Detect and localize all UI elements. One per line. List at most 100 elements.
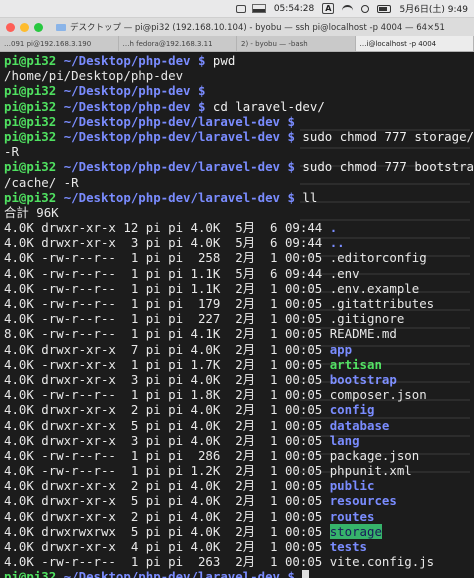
command-text: /cache/ -R <box>4 174 79 190</box>
listing-meta: 8.0K -rw-r--r-- 1 pi pi 4.1K 2月 1 00:05 <box>4 326 330 342</box>
listing-filename: vite.config.js <box>329 554 435 570</box>
listing-row: 4.0K -rw-r--r-- 1 pi pi 1.1K 2月 1 00:05 … <box>4 281 470 296</box>
terminal-line: /home/pi/Desktop/php-dev <box>4 68 470 83</box>
screen-icon[interactable] <box>235 4 246 13</box>
terminal-line: pi@pi32 ~/Desktop/php-dev $ pwd <box>4 53 470 68</box>
window-title: デスクトップ — pi@pi32 (192.168.10.104) - byob… <box>56 21 466 33</box>
listing-meta: 4.0K drwxr-xr-x 3 pi pi 4.0K 5月 6 09:44 <box>4 235 330 251</box>
terminal-line: pi@pi32 ~/Desktop/php-dev/laravel-dev $ … <box>4 128 474 144</box>
terminal-line: pi@pi32 ~/Desktop/php-dev/laravel-dev $ <box>4 114 470 129</box>
prompt-user: pi@pi32 <box>4 189 57 205</box>
listing-row: 4.0K drwxrwxrwx 5 pi pi 4.0K 2月 1 00:05 … <box>4 523 470 539</box>
terminal-line: pi@pi32 ~/Desktop/php-dev $ <box>4 83 470 98</box>
listing-meta: 4.0K -rw-r--r-- 1 pi pi 263 2月 1 00:05 <box>4 554 330 570</box>
listing-meta: 4.0K -rw-r--r-- 1 pi pi 227 2月 1 00:05 <box>4 311 330 327</box>
listing-row: 4.0K drwxr-xr-x 7 pi pi 4.0K 2月 1 00:05 … <box>4 342 470 357</box>
command-text: -R <box>4 144 19 160</box>
listing-meta: 4.0K -rw-r--r-- 1 pi pi 1.1K 2月 1 00:05 <box>4 280 330 296</box>
window-controls <box>6 22 43 32</box>
listing-filename: routes <box>329 508 375 524</box>
listing-meta: 4.0K -rw-r--r-- 1 pi pi 286 2月 1 00:05 <box>4 447 330 463</box>
prompt-path: ~/Desktop/php-dev/laravel-dev $ <box>63 569 295 578</box>
listing-meta: 4.0K drwxr-xr-x 4 pi pi 4.0K 2月 1 00:05 <box>4 539 330 554</box>
listing-filename: .gitignore <box>329 311 405 327</box>
listing-row: 4.0K -rw-r--r-- 1 pi pi 258 2月 1 00:05 .… <box>4 250 470 265</box>
listing-filename: app <box>329 341 353 357</box>
listing-meta: 4.0K drwxr-xr-x 2 pi pi 4.0K 2月 1 00:05 <box>4 508 330 524</box>
minimize-window-button[interactable] <box>20 22 29 32</box>
listing-row: 4.0K -rw-r--r-- 1 pi pi 227 2月 1 00:05 .… <box>4 311 470 326</box>
command-output: /home/pi/Desktop/php-dev <box>4 68 184 84</box>
macos-menubar: 05:54:28 A 5月6日(土) 9:49 <box>0 0 474 18</box>
tab-2[interactable]: …h fedora@192.168.3.11 <box>119 36 237 51</box>
prompt-user: pi@pi32 <box>4 569 57 578</box>
listing-row: 4.0K drwxr-xr-x 3 pi pi 4.0K 2月 1 00:05 … <box>4 433 470 448</box>
terminal-line: pi@pi32 ~/Desktop/php-dev/laravel-dev $ … <box>4 159 474 175</box>
listing-filename: phpunit.xml <box>329 463 412 479</box>
listing-meta: 4.0K drwxr-xr-x 5 pi pi 4.0K 2月 1 00:05 <box>4 493 330 509</box>
cpu-graph-icon[interactable] <box>251 4 266 13</box>
listing-filename: .env.example <box>329 280 420 296</box>
terminal-output[interactable]: pi@pi32 ~/Desktop/php-dev $ pwd /home/pi… <box>0 53 474 578</box>
input-method-icon[interactable]: A <box>322 3 335 14</box>
listing-filename: lang <box>329 432 360 448</box>
terminal-tabbar: …091 pi@192.168.3.190 …h fedora@192.168.… <box>0 36 474 52</box>
prompt-path: ~/Desktop/php-dev $ <box>63 53 206 68</box>
listing-meta: 4.0K -rw-r--r-- 1 pi pi 179 2月 1 00:05 <box>4 296 330 311</box>
listing-filename: resources <box>329 493 397 509</box>
battery-icon[interactable] <box>377 4 392 13</box>
listing-meta: 4.0K drwxr-xr-x 3 pi pi 4.0K 2月 1 00:05 <box>4 432 330 448</box>
terminal-line: /cache/ -R <box>4 175 470 190</box>
command-text: cd laravel-dev/ <box>212 98 325 114</box>
listing-meta: 4.0K drwxr-xr-x 5 pi pi 4.0K 2月 1 00:05 <box>4 417 330 433</box>
listing-filename: public <box>329 478 375 494</box>
listing-meta: 4.0K -rw-r--r-- 1 pi pi 258 2月 1 00:05 <box>4 250 330 266</box>
listing-row: 4.0K drwxr-xr-x 2 pi pi 4.0K 2月 1 00:05 … <box>4 402 470 417</box>
tab-label: …091 pi@192.168.3.190 <box>4 39 92 48</box>
prompt-user: pi@pi32 <box>4 53 57 68</box>
directory-listing: 4.0K drwxr-xr-x 12 pi pi 4.0K 5月 6 09:44… <box>4 220 470 569</box>
command-text: sudo chmod 777 storage/ <box>302 128 474 144</box>
prompt-path: ~/Desktop/php-dev $ <box>63 83 206 99</box>
tab-1[interactable]: …091 pi@192.168.3.190 <box>0 36 119 51</box>
terminal-line: pi@pi32 ~/Desktop/php-dev $ cd laravel-d… <box>4 99 470 114</box>
listing-row: 4.0K -rw-r--r-- 1 pi pi 1.1K 5月 6 09:44 … <box>4 266 470 281</box>
prompt-path: ~/Desktop/php-dev/laravel-dev $ <box>63 128 295 144</box>
menubar-datetime[interactable]: 5月6日(土) 9:49 <box>399 2 468 15</box>
prompt-path: ~/Desktop/php-dev $ <box>63 98 206 114</box>
zoom-window-button[interactable] <box>34 22 43 32</box>
clock-readout[interactable]: 05:54:28 <box>274 4 314 14</box>
listing-meta: 4.0K drwxr-xr-x 7 pi pi 4.0K 2月 1 00:05 <box>4 341 330 357</box>
listing-row: 4.0K -rw-r--r-- 1 pi pi 286 2月 1 00:05 p… <box>4 448 470 463</box>
listing-filename: tests <box>329 539 368 554</box>
listing-row: 4.0K -rwxr-xr-x 1 pi pi 1.7K 2月 1 00:05 … <box>4 357 470 372</box>
terminal-line: 合計 96K <box>4 205 470 220</box>
prompt-user: pi@pi32 <box>4 159 57 175</box>
listing-filename: .editorconfig <box>329 250 427 266</box>
listing-row: 4.0K drwxr-xr-x 2 pi pi 4.0K 2月 1 00:05 … <box>4 509 470 524</box>
listing-row: 4.0K drwxr-xr-x 3 pi pi 4.0K 2月 1 00:05 … <box>4 372 470 387</box>
tab-3[interactable]: 2) - byobu — -bash <box>237 36 356 51</box>
listing-filename: .gitattributes <box>329 296 435 311</box>
wifi-icon[interactable] <box>342 4 354 13</box>
listing-filename: database <box>329 417 390 433</box>
listing-filename: artisan <box>329 356 382 372</box>
spotlight-search-icon[interactable] <box>361 4 370 13</box>
listing-row: 4.0K drwxr-xr-x 3 pi pi 4.0K 5月 6 09:44 … <box>4 235 470 250</box>
window-title-text: デスクトップ — pi@pi32 (192.168.10.104) - byob… <box>70 23 445 33</box>
listing-filename: config <box>329 402 375 418</box>
close-window-button[interactable] <box>6 22 15 32</box>
tab-4-active[interactable]: …i@localhost -p 4004 <box>355 36 474 51</box>
tab-label: …i@localhost -p 4004 <box>359 39 437 48</box>
listing-filename: composer.json <box>329 387 427 403</box>
prompt-path: ~/Desktop/php-dev/laravel-dev $ <box>63 113 295 129</box>
tab-label: …h fedora@192.168.3.11 <box>122 39 213 48</box>
listing-row: 8.0K -rw-r--r-- 1 pi pi 4.1K 2月 1 00:05 … <box>4 326 470 341</box>
listing-row: 4.0K -rw-r--r-- 1 pi pi 1.8K 2月 1 00:05 … <box>4 387 470 402</box>
listing-meta: 4.0K -rw-r--r-- 1 pi pi 1.1K 5月 6 09:44 <box>4 265 330 281</box>
listing-filename: .. <box>329 235 345 251</box>
command-text: sudo chmod 777 bootstrap <box>302 159 474 175</box>
prompt-user: pi@pi32 <box>4 113 57 129</box>
command-text: ll <box>302 189 318 205</box>
listing-meta: 4.0K drwxr-xr-x 2 pi pi 4.0K 2月 1 00:05 <box>4 402 330 418</box>
